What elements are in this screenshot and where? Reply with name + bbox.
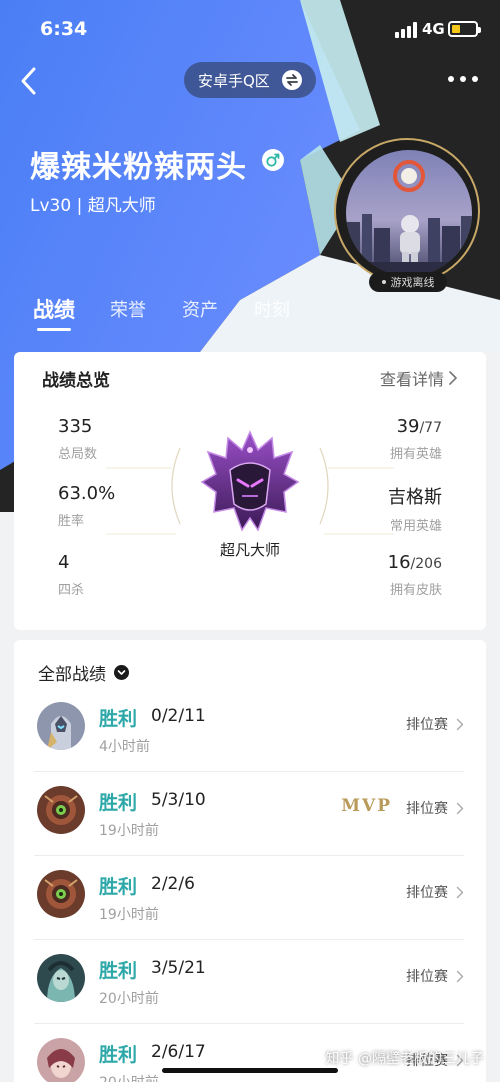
match-filter-label: 全部战绩 [38,665,106,685]
match-row[interactable]: 胜利 0/2/11 4小时前 排位赛 [34,688,464,772]
server-name: 安卓手Q区 [198,71,270,90]
match-mode-label: 排位赛 [406,969,448,985]
online-status-badge: 游戏离线 [369,272,447,292]
hero-avatar [37,1038,85,1082]
match-kda: 5/3/10 [151,790,206,810]
match-mode-label: 排位赛 [406,885,448,901]
rank-name: 超凡大师 [219,541,280,559]
network-label: 4G [422,20,445,38]
male-gender-icon [262,149,284,171]
match-mode: 排位赛 [406,798,464,818]
status-time: 6:34 [40,18,88,40]
stat-win-rate: 63.0% 胜率 [58,483,178,529]
tab-assets[interactable]: 资产 [182,296,218,322]
match-list-card: 全部战绩 胜利 0/2/11 4小时前 排位赛 胜利 5/3/10 19小时前 … [14,640,486,1082]
match-mode-label: 排位赛 [406,801,448,817]
hero-avatar [37,954,85,1002]
match-result: 胜利 [99,792,138,814]
heroes-total-value: /77 [419,420,442,436]
match-kda: 2/6/17 [151,1042,206,1062]
match-mode: 排位赛 [406,882,464,902]
signal-icon [395,22,417,38]
match-row[interactable]: 胜利 3/5/21 20小时前 排位赛 [34,940,464,1024]
chevron-right-icon [456,718,464,730]
tab-moments[interactable]: 时刻 [254,296,290,322]
more-dot-icon [448,76,454,82]
match-time-ago: 19小时前 [99,907,159,923]
heroes-label: 拥有英雄 [389,447,442,462]
watermark: 知乎 @隔壁老板的三儿子 [325,1051,484,1067]
stat-heroes[interactable]: 39/77 拥有英雄 [322,416,442,462]
hero-avatar [37,702,85,750]
tab-honors[interactable]: 荣誉 [110,296,146,322]
status-bar: 6:34 4G [0,0,500,60]
view-details-label: 查看详情 [379,370,444,389]
chevron-right-icon [456,802,464,814]
server-switch-button[interactable]: 安卓手Q区 [184,62,316,98]
match-row[interactable]: 胜利 2/2/6 19小时前 排位赛 [34,856,464,940]
match-result: 胜利 [99,876,138,898]
main-hero-label: 常用英雄 [389,519,442,534]
match-kda: 0/2/11 [151,706,206,726]
player-rank: 超凡大师 [87,196,156,216]
match-result: 胜利 [99,1044,138,1066]
match-result: 胜利 [99,708,138,730]
back-button[interactable] [16,64,46,98]
active-tab-indicator [37,328,71,331]
master-rank-emblem-icon[interactable] [200,430,300,538]
player-level: Lv30 [30,196,72,216]
online-status-text: 游戏离线 [390,276,435,289]
chevron-left-icon [21,67,36,95]
match-kda: 2/2/6 [151,874,195,894]
status-dot-icon [381,280,386,284]
heroes-owned-value: 39 [396,416,420,437]
match-mode-label: 排位赛 [406,717,448,733]
total-games-value: 335 [58,416,93,437]
match-time-ago: 20小时前 [99,1072,159,1082]
view-details-link[interactable]: 查看详情 [380,366,458,390]
tab-match-record[interactable]: 战绩 [33,294,75,324]
match-time-ago: 20小时前 [99,991,159,1007]
skins-label: 拥有皮肤 [389,583,442,598]
match-row[interactable]: 胜利 5/3/10 19小时前 MVP 排位赛 [34,772,464,856]
match-kda: 3/5/21 [151,958,206,978]
chevron-down-icon [114,665,129,680]
match-filter-dropdown[interactable]: 全部战绩 [38,660,129,685]
more-dot-icon [460,76,466,82]
more-options-button[interactable] [448,72,478,86]
chevron-right-icon [456,886,464,898]
astronaut-avatar-image [346,150,472,276]
mvp-badge: MVP [341,796,392,816]
stat-total-games: 335 总局数 [58,416,178,462]
hero-avatar [37,786,85,834]
match-time-ago: 4小时前 [99,739,150,755]
match-mode: 排位赛 [406,966,464,986]
match-mode: 排位赛 [406,714,464,734]
quadra-kills-label: 四杀 [58,583,85,598]
match-time-ago: 19小时前 [99,823,159,839]
chevron-right-icon [456,970,464,982]
match-result: 胜利 [99,960,138,982]
separator: | [76,196,88,216]
player-name: 爆辣米粉辣两头 [30,150,247,185]
profile-tabs: 战绩 荣誉 资产 时刻 [0,296,330,336]
home-indicator[interactable] [162,1068,338,1073]
win-rate-label: 胜率 [58,514,85,529]
battery-icon [448,21,481,37]
hero-avatar [37,870,85,918]
total-games-label: 总局数 [58,447,98,462]
stat-main-hero[interactable]: 吉格斯 常用英雄 [322,483,442,534]
swap-icon [282,70,302,90]
overview-card: 战绩总览 查看详情 335 总局数 63.0% 胜率 4 四杀 39/77 拥有… [14,352,486,630]
player-avatar[interactable] [334,138,480,284]
more-dot-icon [472,76,478,82]
overview-title: 战绩总览 [42,371,110,391]
level-rank-line: Lv30 | 超凡大师 [30,191,156,216]
main-hero-value: 吉格斯 [388,487,442,508]
win-rate-value: 63.0% [58,483,116,504]
chevron-right-icon [449,371,457,385]
